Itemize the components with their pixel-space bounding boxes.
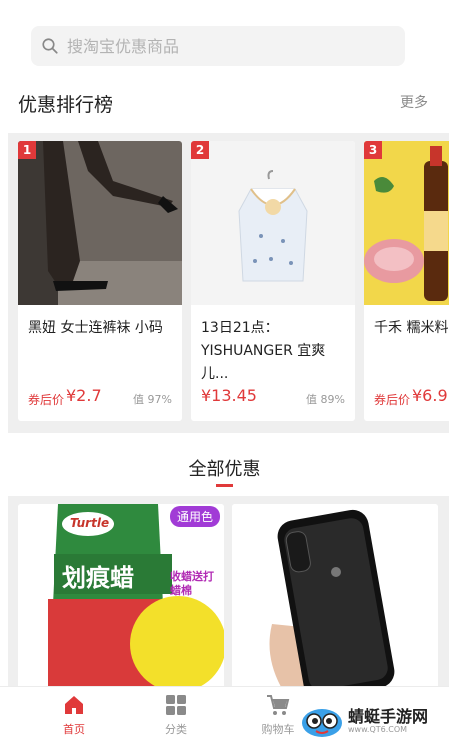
brand-logo: Turtle: [70, 516, 110, 530]
ranking-more-link[interactable]: 更多: [400, 92, 428, 112]
worth-icon: 值: [306, 393, 318, 406]
ranking-card[interactable]: 3 千禾 糯米料 *2件 券后价 ¥6.9: [364, 141, 449, 421]
ranking-card[interactable]: 2 13日21点：YISHUANGER 宜爽儿... ¥13.45 值 89%: [191, 141, 355, 421]
rating-value: 97%: [147, 393, 172, 406]
deal-card[interactable]: 划痕蜡 Turtle 收蜡送打蜡棉 通用色: [18, 504, 224, 686]
grid-icon: [166, 695, 186, 715]
watermark-sub: www.QT6.COM: [348, 724, 408, 734]
ranking-carousel[interactable]: 1 黑妞 女士连裤袜 小码 券后价 ¥2.7 值 97% 2 13日21点：YI…: [8, 133, 449, 433]
product-price: ¥13.45: [201, 386, 257, 405]
all-deals-title: 全部优惠: [188, 459, 261, 480]
cart-icon: [267, 695, 290, 715]
product-name: 千禾 糯米料 *2件: [374, 320, 449, 336]
tab-label: 购物车: [261, 723, 295, 736]
tag-badge: 通用色: [169, 506, 220, 527]
rank-badge: 2: [191, 141, 209, 159]
all-deals-grid: 划痕蜡 Turtle 收蜡送打蜡棉 通用色: [8, 496, 449, 686]
product-price: ¥2.7: [66, 386, 102, 405]
product-price: ¥6.9: [412, 386, 448, 405]
product-image: 3: [364, 141, 449, 305]
ranking-card[interactable]: 1 黑妞 女士连裤袜 小码 券后价 ¥2.7 值 97%: [18, 141, 182, 421]
watermark-text: 蜻蜓手游网: [348, 706, 429, 726]
dragonfly-logo-icon: [302, 709, 342, 737]
rating: 值 89%: [306, 391, 345, 407]
product-name: 黑妞 女士连裤袜 小码: [28, 320, 163, 336]
worth-icon: 值: [133, 393, 145, 406]
deal-card[interactable]: [232, 504, 438, 686]
all-deals-underline: [216, 484, 233, 487]
rank-badge: 3: [364, 141, 382, 159]
search-bar: [0, 0, 449, 80]
product-label: 划痕蜡: [62, 564, 134, 592]
product-image: 2: [191, 141, 355, 305]
product-image: [232, 504, 438, 686]
price-label: 券后价: [374, 393, 411, 407]
watermark: 蜻蜓手游网 www.QT6.COM: [300, 700, 449, 742]
product-name: 13日21点：YISHUANGER 宜爽儿...: [201, 320, 326, 382]
search-input[interactable]: [67, 36, 367, 56]
ranking-header: 优惠排行榜 更多: [0, 80, 449, 132]
product-image: 1: [18, 141, 182, 305]
ranking-title: 优惠排行榜: [18, 94, 114, 116]
search-icon: [42, 38, 58, 54]
tab-category[interactable]: 分类: [141, 687, 211, 742]
home-icon: [65, 696, 83, 714]
rating-value: 89%: [320, 393, 345, 406]
tab-label: 分类: [165, 723, 187, 736]
rating: 值 97%: [133, 391, 172, 407]
promo-text: 收蜡送打蜡棉: [170, 570, 214, 597]
search-box[interactable]: [31, 26, 405, 66]
tab-home[interactable]: 首页: [39, 687, 109, 742]
tab-label: 首页: [63, 723, 85, 736]
price-label: 券后价: [28, 393, 65, 407]
rank-badge: 1: [18, 141, 36, 159]
